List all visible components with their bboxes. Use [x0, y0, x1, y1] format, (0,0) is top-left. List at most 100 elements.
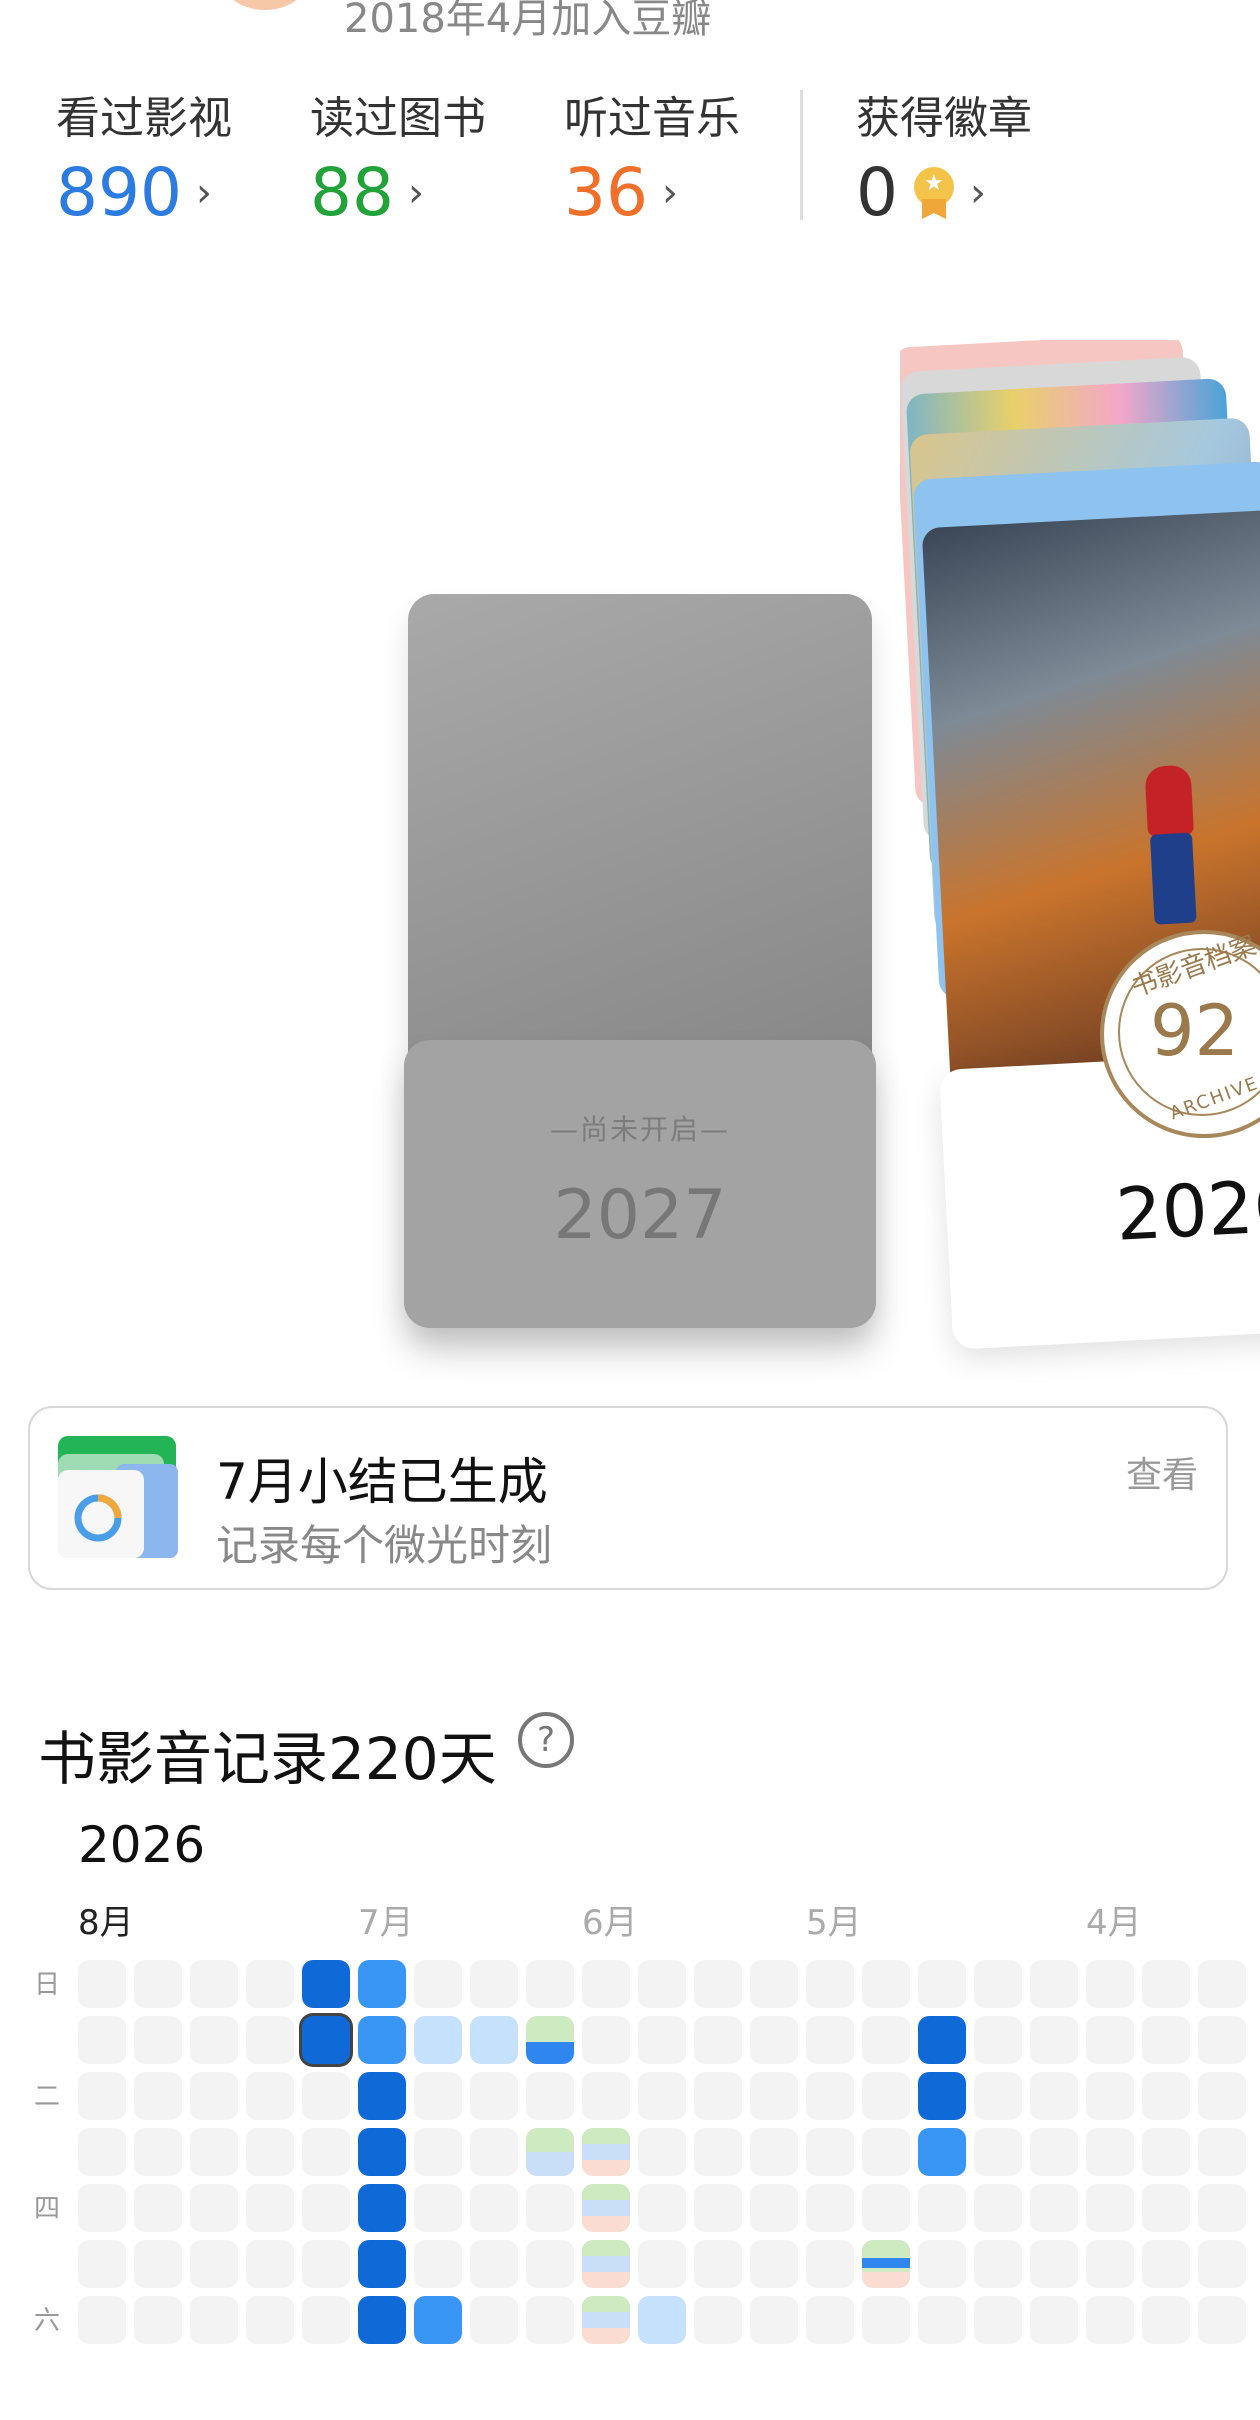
heatmap-cell[interactable]: [1198, 2184, 1246, 2232]
heatmap-cell[interactable]: [1198, 2072, 1246, 2120]
heatmap-cell[interactable]: [806, 2128, 854, 2176]
heatmap-cell[interactable]: [246, 2184, 294, 2232]
heatmap-cell[interactable]: [190, 2240, 238, 2288]
heatmap-cell[interactable]: [134, 2016, 182, 2064]
heatmap-cell[interactable]: [78, 2128, 126, 2176]
heatmap-cell[interactable]: [582, 2128, 630, 2176]
heatmap-cell[interactable]: [1198, 1960, 1246, 2008]
heatmap-cell[interactable]: [750, 2240, 798, 2288]
heatmap-cell[interactable]: [526, 1960, 574, 2008]
heatmap-cell[interactable]: [1142, 1960, 1190, 2008]
heatmap-cell[interactable]: [974, 2184, 1022, 2232]
heatmap-cell[interactable]: [414, 2128, 462, 2176]
heatmap-cell[interactable]: [1142, 2016, 1190, 2064]
heatmap-cell[interactable]: [1086, 1960, 1134, 2008]
heatmap-cell[interactable]: [78, 2184, 126, 2232]
heatmap-cell[interactable]: [526, 2128, 574, 2176]
heatmap-cell[interactable]: [918, 2296, 966, 2344]
heatmap-cell[interactable]: [1030, 2240, 1078, 2288]
heatmap-cell[interactable]: [694, 2296, 742, 2344]
heatmap-cell[interactable]: [582, 1960, 630, 2008]
heatmap-cell[interactable]: [1198, 2016, 1246, 2064]
heatmap-cell[interactable]: [750, 2184, 798, 2232]
heatmap-cell[interactable]: [638, 2184, 686, 2232]
heatmap-cell[interactable]: [862, 1960, 910, 2008]
heatmap-cell[interactable]: [918, 2240, 966, 2288]
heatmap-cell[interactable]: [414, 2072, 462, 2120]
heatmap-cell[interactable]: [190, 2128, 238, 2176]
heatmap-cell[interactable]: [1030, 2184, 1078, 2232]
heatmap-cell[interactable]: [1198, 2240, 1246, 2288]
heatmap-cell[interactable]: [750, 2296, 798, 2344]
heatmap-cell[interactable]: [806, 2296, 854, 2344]
heatmap-cell[interactable]: [302, 2072, 350, 2120]
heatmap-cell[interactable]: [302, 2184, 350, 2232]
heatmap-cell[interactable]: [1198, 2128, 1246, 2176]
heatmap-cell[interactable]: [918, 2072, 966, 2120]
heatmap-cell[interactable]: [78, 2296, 126, 2344]
stat-badges[interactable]: 获得徽章 0 ★ ›: [856, 82, 1032, 226]
heatmap-cell[interactable]: [470, 2128, 518, 2176]
heatmap-cell[interactable]: [862, 2072, 910, 2120]
heatmap-cell[interactable]: [526, 2184, 574, 2232]
heatmap-cell[interactable]: [1142, 2072, 1190, 2120]
heatmap-cell[interactable]: [582, 2240, 630, 2288]
view-summary-link[interactable]: 查看: [1126, 1446, 1198, 1498]
heatmap-cell[interactable]: [862, 2016, 910, 2064]
heatmap-cell[interactable]: [470, 2016, 518, 2064]
heatmap-cell[interactable]: [750, 2072, 798, 2120]
heatmap-cell[interactable]: [358, 2128, 406, 2176]
heatmap-cell[interactable]: [246, 2016, 294, 2064]
heatmap-cell[interactable]: [806, 2072, 854, 2120]
heatmap-cell[interactable]: [190, 2184, 238, 2232]
heatmap-cell[interactable]: [470, 2240, 518, 2288]
heatmap-cell[interactable]: [750, 2128, 798, 2176]
heatmap-cell[interactable]: [1086, 2128, 1134, 2176]
heatmap-cell[interactable]: [1086, 2016, 1134, 2064]
heatmap-cell[interactable]: [1142, 2184, 1190, 2232]
avatar[interactable]: [220, 0, 310, 10]
heatmap-cell[interactable]: [470, 1960, 518, 2008]
heatmap-cell[interactable]: [526, 2296, 574, 2344]
heatmap-cell[interactable]: [190, 1960, 238, 2008]
heatmap-cell[interactable]: [358, 2184, 406, 2232]
heatmap-cell[interactable]: [1030, 2016, 1078, 2064]
heatmap-cell[interactable]: [1086, 2072, 1134, 2120]
heatmap-cell[interactable]: [974, 1960, 1022, 2008]
heatmap-cell[interactable]: [1142, 2240, 1190, 2288]
heatmap-cell[interactable]: [246, 1960, 294, 2008]
heatmap-cell[interactable]: [246, 2072, 294, 2120]
heatmap-cell[interactable]: [526, 2072, 574, 2120]
heatmap-cell[interactable]: [414, 2296, 462, 2344]
heatmap-cell[interactable]: [134, 1960, 182, 2008]
heatmap-cell[interactable]: [190, 2016, 238, 2064]
monthly-summary-banner[interactable]: [28, 1406, 1228, 1590]
heatmap-cell[interactable]: [302, 1960, 350, 2008]
heatmap-cell[interactable]: [862, 2128, 910, 2176]
heatmap-cell[interactable]: [1030, 2296, 1078, 2344]
heatmap-cell[interactable]: [246, 2296, 294, 2344]
heatmap-cell[interactable]: [414, 2240, 462, 2288]
heatmap-cell[interactable]: [134, 2184, 182, 2232]
heatmap-cell[interactable]: [974, 2128, 1022, 2176]
heatmap-cell[interactable]: [1030, 2128, 1078, 2176]
heatmap-cell[interactable]: [1086, 2184, 1134, 2232]
heatmap-cell[interactable]: [694, 2240, 742, 2288]
heatmap-cell[interactable]: [694, 1960, 742, 2008]
heatmap-cell[interactable]: [1086, 2240, 1134, 2288]
heatmap-cell[interactable]: [358, 1960, 406, 2008]
heatmap-cell[interactable]: [358, 2296, 406, 2344]
heatmap-cell[interactable]: [1086, 2296, 1134, 2344]
heatmap-cell[interactable]: [302, 2128, 350, 2176]
stat-movies[interactable]: 看过影视 890 ›: [56, 82, 232, 226]
heatmap-cell[interactable]: [806, 2240, 854, 2288]
stat-music[interactable]: 听过音乐 36 ›: [564, 82, 740, 226]
heatmap-cell[interactable]: [190, 2072, 238, 2120]
heatmap-cell[interactable]: [358, 2016, 406, 2064]
heatmap-cell[interactable]: [974, 2072, 1022, 2120]
heatmap-cell[interactable]: [638, 1960, 686, 2008]
heatmap-cell[interactable]: [414, 2184, 462, 2232]
heatmap-cell[interactable]: [470, 2184, 518, 2232]
heatmap-cell[interactable]: [638, 2072, 686, 2120]
heatmap-cell[interactable]: [78, 2016, 126, 2064]
